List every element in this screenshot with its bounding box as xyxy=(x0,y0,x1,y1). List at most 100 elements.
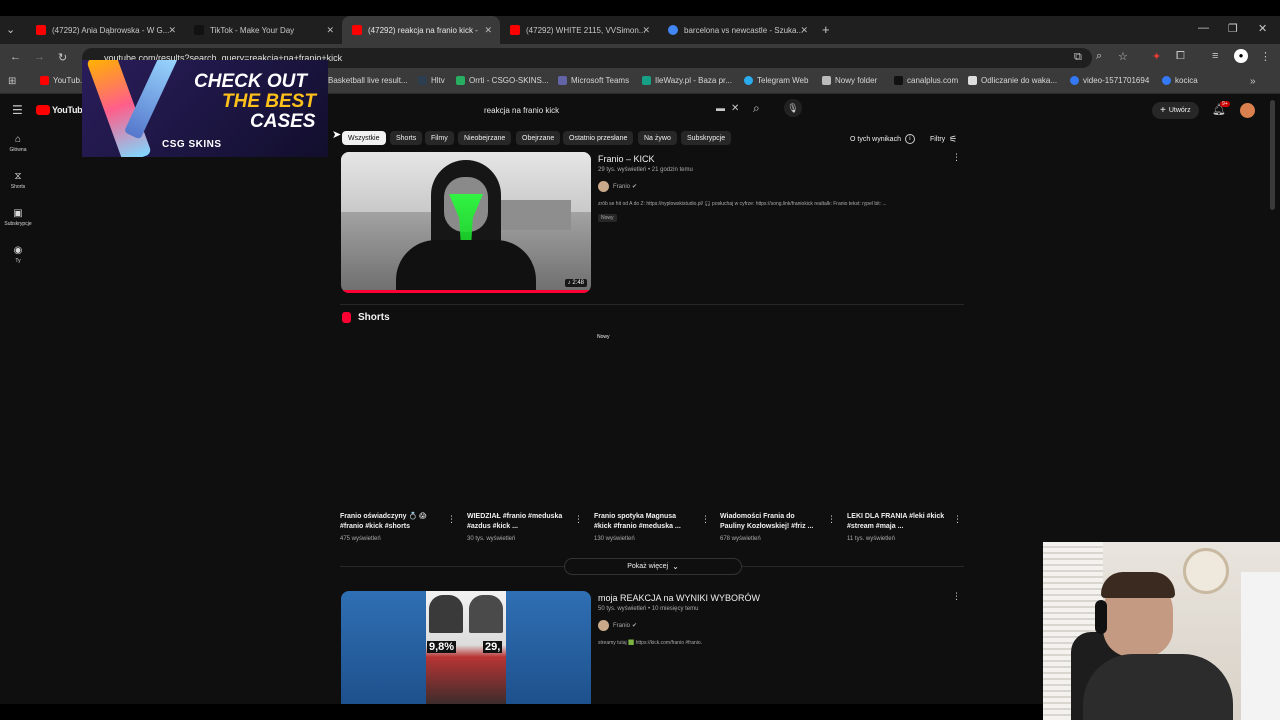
tab-4[interactable]: barcelona vs newcastle - Szuka... ✕ xyxy=(658,16,816,44)
new-tab-icon[interactable]: + xyxy=(822,22,830,37)
bookmark-favicon-icon xyxy=(40,76,49,85)
bookmark-3[interactable]: Orrti - CSGO-SKINS... xyxy=(456,76,549,85)
short-menu-icon[interactable]: ⋮ xyxy=(953,514,962,525)
about-results-link[interactable]: O tych wynikach i xyxy=(850,134,915,144)
bookmark-favicon-icon xyxy=(1070,76,1079,85)
search-icon[interactable]: ⌕ xyxy=(753,101,760,116)
video-menu-icon[interactable]: ⋮ xyxy=(952,152,961,163)
chip-subscriptions[interactable]: Subskrypcje xyxy=(681,131,732,145)
bookmarks-overflow-icon[interactable]: » xyxy=(1250,76,1256,87)
tab-label: (47292) reakcja na franio kick - xyxy=(368,25,478,35)
bookmark-9[interactable]: Odliczanie do waka... xyxy=(968,76,1057,85)
filters-label: Filtry xyxy=(930,136,946,143)
short-title-2[interactable]: Franio spotyka Magnusa #kick #franio #me… xyxy=(594,512,694,532)
short-title-0[interactable]: Franio oświadczyny 💍 😱 #franio #kick #sh… xyxy=(340,512,440,532)
short-title-3[interactable]: Wiadomości Frania do Pauliny Kozłowskiej… xyxy=(720,512,820,532)
profile-icon[interactable]: ● xyxy=(1234,49,1248,63)
sidebar-label: Subskrypcje xyxy=(4,221,32,227)
bookmark-7[interactable]: Nowy folder xyxy=(822,76,877,85)
close-window-icon[interactable]: ✕ xyxy=(1258,22,1267,35)
sidebar-item-you[interactable]: ◉ Ty xyxy=(4,245,32,264)
bookmark-4[interactable]: Microsoft Teams xyxy=(558,76,629,85)
tab-2-active[interactable]: (47292) reakcja na franio kick - ✕ xyxy=(342,16,500,44)
hamburger-menu-icon[interactable]: ☰ xyxy=(12,103,23,117)
about-results-label: O tych wynikach xyxy=(850,135,901,143)
filter-sliders-icon: ⚟ xyxy=(949,134,958,144)
voice-search-icon[interactable]: 🎙 xyxy=(784,99,802,117)
clear-search-icon[interactable]: ✕ xyxy=(731,103,739,114)
tab-0[interactable]: (47292) Ania Dąbrowska - W G... ✕ xyxy=(26,16,184,44)
youtube-logo[interactable]: YouTube xyxy=(36,105,87,115)
minimize-icon[interactable]: — xyxy=(1198,22,1209,34)
sidebar-item-shorts[interactable]: ⧖ Shorts xyxy=(4,171,32,190)
csgo-skins-ad-overlay[interactable]: CHECK OUT THE BEST CASES CSG SKINS xyxy=(82,60,328,157)
video-thumbnail[interactable]: ♪ 2:48 xyxy=(341,152,591,293)
keyboard-icon[interactable]: ▬ xyxy=(716,103,725,113)
chip-shorts[interactable]: Shorts xyxy=(390,131,423,145)
short-menu-icon[interactable]: ⋮ xyxy=(574,514,583,525)
search-input[interactable]: reakcja na franio kick xyxy=(476,100,744,120)
bookmark-star-icon[interactable]: ☆ xyxy=(1118,50,1128,63)
bookmark-2[interactable]: Hltv xyxy=(418,76,445,85)
media-icon[interactable]: ≡ xyxy=(1212,50,1218,62)
sidebar-item-subscriptions[interactable]: ▣ Subskrypcje xyxy=(4,208,32,227)
tab-3[interactable]: (47292) WHITE 2115, VVSimon... ✕ xyxy=(500,16,658,44)
tab-close-icon[interactable]: ✕ xyxy=(326,25,334,36)
video-thumbnail-2[interactable]: 9,8% 29, xyxy=(341,591,591,711)
short-menu-icon[interactable]: ⋮ xyxy=(827,514,836,525)
sidebar-item-home[interactable]: ⌂ Główna xyxy=(4,134,32,153)
tab-close-icon[interactable]: ✕ xyxy=(484,25,492,36)
menu-dots-icon[interactable]: ⋮ xyxy=(1260,50,1271,63)
bookmark-1[interactable]: Basketball live result... xyxy=(328,76,408,85)
bookmark-favicon-icon xyxy=(968,76,977,85)
create-button[interactable]: + Utwórz xyxy=(1152,102,1199,119)
bookmark-10[interactable]: video-1571701694 xyxy=(1070,76,1149,85)
short-title-1[interactable]: WIEDZIAŁ #franio #meduska #azdus #kick .… xyxy=(467,512,567,532)
zoom-icon[interactable]: ⌕ xyxy=(1096,50,1102,63)
youtube-play-icon xyxy=(36,105,50,115)
bookmark-11[interactable]: kocica xyxy=(1162,76,1198,85)
bookmark-0[interactable]: YouTub... xyxy=(40,76,87,85)
folder-icon xyxy=(822,76,831,85)
chip-recently-uploaded[interactable]: Ostatnio przesłane xyxy=(563,131,634,145)
extension-icon[interactable]: ✦ xyxy=(1152,50,1161,63)
chip-videos[interactable]: Filmy xyxy=(425,131,454,145)
tab-close-icon[interactable]: ✕ xyxy=(168,25,176,36)
channel-row-2[interactable]: Franio ✔ xyxy=(598,620,637,631)
account-avatar[interactable] xyxy=(1240,103,1255,118)
tab-close-icon[interactable]: ✕ xyxy=(800,25,808,36)
tab-search-icon[interactable]: ⌄ xyxy=(6,23,15,36)
reload-icon[interactable]: ↻ xyxy=(58,51,67,64)
bookmark-8[interactable]: canalplus.com xyxy=(894,76,958,85)
channel-row[interactable]: Franio ✔ xyxy=(598,181,637,192)
puzzle-icon[interactable]: ⧠ xyxy=(1176,50,1185,63)
tab-1[interactable]: TikTok - Make Your Day ✕ xyxy=(184,16,342,44)
video-title[interactable]: Franio – KICK xyxy=(598,154,655,164)
create-label: Utwórz xyxy=(1168,107,1191,114)
video-meta: 29 tys. wyświetleń • 21 godzin temu xyxy=(598,167,693,173)
chip-unwatched[interactable]: Nieobejrzane xyxy=(458,131,512,145)
install-icon[interactable]: ⧉ xyxy=(1074,51,1082,64)
chip-watched[interactable]: Obejrzane xyxy=(516,131,561,145)
video-title-2[interactable]: moja REAKCJA na WYNIKI WYBORÓW xyxy=(598,593,760,603)
webcam-headset-mic xyxy=(1095,600,1107,634)
video-menu-icon[interactable]: ⋮ xyxy=(952,591,961,602)
bookmark-label: video-1571701694 xyxy=(1083,76,1150,85)
verified-icon: ✔ xyxy=(632,184,638,190)
maximize-icon[interactable]: ❐ xyxy=(1228,22,1238,35)
bookmark-5[interactable]: IleWazy.pl - Baza pr... xyxy=(642,76,732,85)
chip-all[interactable]: Wszystkie xyxy=(342,131,386,145)
short-menu-icon[interactable]: ⋮ xyxy=(701,514,710,525)
apps-grid-icon[interactable]: ⊞ xyxy=(8,76,16,87)
short-title-4[interactable]: LEKI DLA FRANIA #leki #kick #stream #maj… xyxy=(847,512,947,532)
chip-live[interactable]: Na żywo xyxy=(638,131,677,145)
show-more-button[interactable]: Pokaż więcej ⌄ xyxy=(564,558,742,575)
filters-button[interactable]: Filtry ⚟ xyxy=(930,134,957,145)
forward-icon[interactable]: → xyxy=(34,51,45,63)
thumbnail-percentage-left: 9,8% xyxy=(427,641,457,653)
page-scrollbar[interactable] xyxy=(1270,100,1275,210)
tab-close-icon[interactable]: ✕ xyxy=(642,25,650,36)
back-icon[interactable]: ← xyxy=(10,51,21,63)
short-menu-icon[interactable]: ⋮ xyxy=(447,514,456,525)
bookmark-6[interactable]: Telegram Web xyxy=(744,76,808,85)
